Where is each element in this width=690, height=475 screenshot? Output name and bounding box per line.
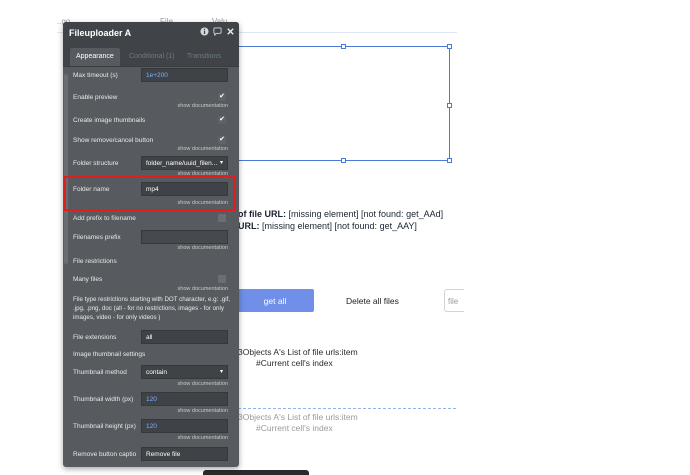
resize-handle-right[interactable] <box>447 103 452 108</box>
many-files-label: Many files <box>73 276 103 283</box>
palette-scrollbar[interactable] <box>64 74 68 264</box>
create-thumbnails-checkbox[interactable]: ✔ <box>218 116 226 124</box>
info-icon[interactable] <box>200 27 209 36</box>
close-icon[interactable] <box>226 27 235 36</box>
show-documentation-link[interactable]: show documentation <box>178 408 228 414</box>
delete-all-files-button[interactable]: Delete all files <box>346 296 399 306</box>
palette-tabs: Appearance Conditional (1) Transitions <box>63 44 239 67</box>
file-url-text-1: of file URL: [missing element] [not foun… <box>238 209 444 219</box>
tab-appearance[interactable]: Appearance <box>70 48 120 66</box>
check-icon: ✔ <box>219 116 225 123</box>
folder-structure-value: folder_name/uuid_filen... <box>146 160 218 167</box>
repeating-group-index-text-ghost: #Current cell's index <box>256 423 333 433</box>
resize-handle-bottom-right[interactable] <box>447 158 452 163</box>
file-input[interactable]: file <box>444 289 464 312</box>
caret-down-icon: ▾ <box>219 369 223 375</box>
thumbnail-method-value: contain <box>146 369 167 376</box>
repeating-group-item-text: 3Objects A's List of file urls:item <box>238 347 358 357</box>
image-thumbnail-settings-heading: Image thumbnail settings <box>73 351 146 358</box>
resize-handle-top[interactable] <box>341 44 346 49</box>
show-documentation-link[interactable]: show documentation <box>178 146 228 152</box>
add-prefix-checkbox[interactable] <box>218 214 226 222</box>
bottom-toolbar[interactable] <box>203 470 309 475</box>
tab-transitions[interactable]: Transitions <box>181 48 227 66</box>
show-documentation-link[interactable]: show documentation <box>178 286 228 292</box>
file-restrictions-heading: File restrictions <box>73 258 117 265</box>
thumbnail-method-select[interactable]: contain ▾ <box>141 365 228 379</box>
enable-preview-label: Enable preview <box>73 94 118 101</box>
max-timeout-input[interactable]: 1e+200 <box>141 68 228 82</box>
selected-fileuploader-element[interactable] <box>236 46 450 161</box>
comment-icon[interactable] <box>213 27 222 37</box>
repeating-group-item-text-ghost: 3Objects A's List of file urls:item <box>238 412 358 422</box>
property-editor-palette: Fileuploader A Appearance Conditional (1… <box>63 22 239 467</box>
tab-conditional[interactable]: Conditional (1) <box>123 48 181 66</box>
repeating-group-row-divider <box>238 408 456 409</box>
show-documentation-link[interactable]: show documentation <box>178 245 228 251</box>
thumbnail-width-input[interactable]: 120 <box>141 392 228 406</box>
folder-structure-select[interactable]: folder_name/uuid_filen... ▾ <box>141 156 228 170</box>
resize-handle-bottom[interactable] <box>341 158 346 163</box>
remove-button-caption-input[interactable]: Remove file <box>141 447 228 461</box>
enable-preview-checkbox[interactable]: ✔ <box>218 93 226 101</box>
many-files-checkbox[interactable] <box>218 275 226 283</box>
resize-handle-top-right[interactable] <box>447 44 452 49</box>
check-icon: ✔ <box>219 136 225 143</box>
filenames-prefix-label: Filenames prefix <box>73 234 121 241</box>
thumbnail-height-label: Thumbnail height (px) <box>73 423 136 430</box>
palette-header[interactable]: Fileuploader A <box>63 22 239 44</box>
get-all-button[interactable]: get all <box>236 289 314 312</box>
thumbnail-height-input[interactable]: 120 <box>141 419 228 433</box>
file-type-restrictions-description: File type restrictions starting with DOT… <box>73 296 231 321</box>
palette-title: Fileuploader A <box>69 28 132 38</box>
caret-down-icon: ▾ <box>219 160 223 166</box>
check-icon: ✔ <box>219 93 225 100</box>
repeating-group-index-text: #Current cell's index <box>256 358 333 368</box>
show-documentation-link[interactable]: show documentation <box>178 435 228 441</box>
file-extensions-input[interactable]: all <box>141 330 228 344</box>
show-documentation-link[interactable]: show documentation <box>178 103 228 109</box>
thumbnail-width-label: Thumbnail width (px) <box>73 396 134 403</box>
show-remove-label: Show remove/cancel button <box>73 137 154 144</box>
add-prefix-label: Add prefix to filename <box>73 215 136 222</box>
show-remove-checkbox[interactable]: ✔ <box>218 136 226 144</box>
filenames-prefix-input[interactable] <box>141 230 228 244</box>
folder-name-highlight-box <box>64 176 236 211</box>
file-extensions-label: File extensions <box>73 334 117 341</box>
folder-structure-label: Folder structure <box>73 160 119 167</box>
show-documentation-link[interactable]: show documentation <box>178 381 228 387</box>
max-timeout-label: Max timeout (s) <box>73 72 118 79</box>
create-thumbnails-label: Create image thumbnails <box>73 117 146 124</box>
thumbnail-method-label: Thumbnail method <box>73 369 127 376</box>
file-url-text-2: URL: [missing element] [not found: get_A… <box>238 221 417 231</box>
remove-button-caption-label: Remove button captio <box>73 451 137 458</box>
